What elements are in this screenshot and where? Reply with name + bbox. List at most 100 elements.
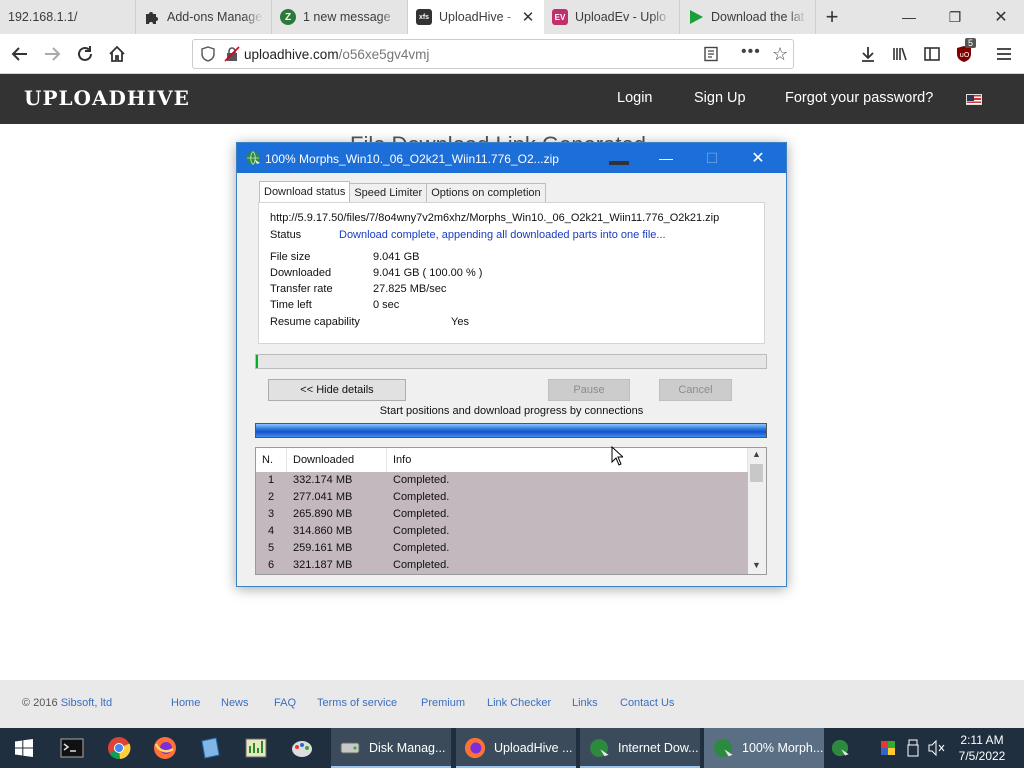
login-link[interactable]: Login bbox=[617, 90, 652, 106]
taskbar-idm-download-progress[interactable]: 100% Morph... bbox=[704, 728, 824, 768]
minimize-window-button[interactable]: — bbox=[886, 0, 932, 34]
taskbar-disk-management[interactable]: Disk Manag... bbox=[331, 728, 451, 768]
footer-link-premium[interactable]: Premium bbox=[421, 697, 465, 709]
url-bar[interactable]: uploadhive.com/o56xe5gv4vmj ••• ☆ bbox=[192, 39, 794, 69]
site-logo[interactable]: UPLOADHIVE bbox=[24, 86, 190, 110]
scrollbar-thumb[interactable] bbox=[750, 464, 763, 482]
close-tab-icon[interactable]: ✕ bbox=[520, 8, 536, 26]
site-header: UPLOADHIVE Login Sign Up Forgot your pas… bbox=[0, 74, 1024, 124]
more-actions-icon[interactable]: ••• bbox=[741, 43, 761, 61]
clock-date: 7/5/2022 bbox=[958, 749, 1006, 763]
company-link[interactable]: Sibsoft, ltd bbox=[61, 697, 112, 709]
usb-drive-icon[interactable] bbox=[906, 739, 920, 757]
clock[interactable]: 2:11 AM 7/5/2022 bbox=[952, 732, 1012, 764]
scroll-up-icon[interactable]: ▲ bbox=[752, 449, 761, 459]
zimbra-icon: Z bbox=[280, 9, 296, 25]
forward-button[interactable] bbox=[38, 40, 66, 68]
taskbar-item-label: UploadHive ... bbox=[494, 741, 573, 755]
table-row[interactable]: 4 314.860 MB Completed. bbox=[256, 523, 748, 540]
download-status-panel: http://5.9.17.50/files/7/8o4wny7v2m6xhz/… bbox=[258, 202, 765, 344]
footer-link-link-checker[interactable]: Link Checker bbox=[487, 697, 551, 709]
cell-n: 2 bbox=[268, 491, 275, 503]
start-button[interactable] bbox=[0, 728, 48, 768]
idm-tray-icon[interactable] bbox=[830, 738, 850, 758]
table-row[interactable]: 3 265.890 MB Completed. bbox=[256, 506, 748, 523]
dialog-minimize-button[interactable]: — bbox=[643, 143, 689, 173]
restore-window-button[interactable]: ❐ bbox=[932, 0, 978, 34]
reader-view-icon[interactable] bbox=[703, 46, 719, 62]
table-row[interactable]: 6 321.187 MB Completed. bbox=[256, 557, 748, 574]
tab-options-on-completion[interactable]: Options on completion bbox=[426, 183, 546, 202]
column-header-info[interactable]: Info bbox=[387, 448, 748, 472]
paint-icon[interactable] bbox=[290, 736, 314, 760]
taskbar-item-label: 100% Morph... bbox=[742, 741, 824, 755]
firefox-icon[interactable] bbox=[153, 736, 177, 760]
color-app-tray-icon[interactable] bbox=[880, 740, 896, 756]
new-tab-button[interactable]: + bbox=[816, 0, 848, 34]
home-icon bbox=[109, 45, 125, 62]
chrome-icon[interactable] bbox=[107, 736, 131, 760]
footer-link-faq[interactable]: FAQ bbox=[274, 697, 296, 709]
column-header-downloaded[interactable]: Downloaded bbox=[287, 448, 387, 472]
tab-uploadhive[interactable]: xfs UploadHive - ✕ bbox=[408, 0, 544, 34]
vertical-scrollbar[interactable]: ▲ ▼ bbox=[748, 448, 766, 574]
dialog-maximize-button[interactable]: ☐ bbox=[689, 143, 735, 173]
connections-table[interactable]: N. Downloaded Info 1 332.174 MB Completed.… bbox=[255, 447, 767, 575]
cell-info: Completed. bbox=[393, 474, 450, 486]
footer-link-contact[interactable]: Contact Us bbox=[620, 697, 674, 709]
connections-rows: 1 332.174 MB Completed. 2 277.041 MB Complete… bbox=[256, 472, 748, 574]
dialog-titlebar[interactable]: 100% Morphs_Win10._06_O2k21_Wiin11.776_O… bbox=[237, 143, 786, 173]
cancel-button[interactable]: Cancel bbox=[659, 379, 732, 401]
extension-badge: 5 bbox=[965, 38, 977, 48]
column-header-n[interactable]: N. bbox=[256, 448, 287, 472]
tab-speed-limiter[interactable]: Speed Limiter bbox=[349, 183, 428, 202]
tab-addons[interactable]: Add-ons Manager bbox=[136, 0, 272, 34]
taskbar-firefox-uploadhive[interactable]: UploadHive ... bbox=[456, 728, 576, 768]
taskbar-internet-download-manager[interactable]: Internet Dow... bbox=[580, 728, 700, 768]
table-row[interactable]: 5 259.161 MB Completed. bbox=[256, 540, 748, 557]
tab-title: Download the lat bbox=[711, 10, 805, 24]
menu-button[interactable] bbox=[990, 40, 1018, 68]
notepad-icon[interactable] bbox=[198, 736, 222, 760]
table-row[interactable]: 1 332.174 MB Completed. bbox=[256, 472, 748, 489]
us-flag-icon[interactable] bbox=[966, 94, 982, 105]
tab-router[interactable]: 192.168.1.1/ bbox=[0, 0, 136, 34]
pause-button[interactable]: Pause bbox=[548, 379, 630, 401]
cell-info: Completed. bbox=[393, 525, 450, 537]
tab-download-status[interactable]: Download status bbox=[259, 181, 351, 202]
hide-details-button[interactable]: << Hide details bbox=[268, 379, 406, 401]
dialog-close-button[interactable]: ✕ bbox=[735, 143, 781, 173]
close-window-button[interactable]: ✕ bbox=[978, 0, 1024, 34]
sidebar-button[interactable] bbox=[918, 40, 946, 68]
tab-download-latest[interactable]: Download the lat bbox=[680, 0, 816, 34]
home-button[interactable] bbox=[103, 40, 131, 68]
tab-messages[interactable]: Z 1 new message bbox=[272, 0, 408, 34]
cell-info: Completed. bbox=[393, 542, 450, 554]
shield-icon[interactable] bbox=[200, 46, 216, 62]
svg-text:uO: uO bbox=[960, 51, 970, 59]
volume-muted-icon[interactable] bbox=[927, 739, 945, 757]
tab-uploadev[interactable]: EV UploadEv - Uplo bbox=[544, 0, 680, 34]
reload-icon bbox=[78, 46, 92, 61]
back-button[interactable] bbox=[6, 40, 34, 68]
downloaded-label: Downloaded bbox=[270, 267, 332, 279]
footer-link-links[interactable]: Links bbox=[572, 697, 598, 709]
chart-app-icon[interactable] bbox=[244, 736, 268, 760]
download-progress-bar bbox=[255, 354, 767, 369]
table-row[interactable]: 2 277.041 MB Completed. bbox=[256, 489, 748, 506]
footer-link-home[interactable]: Home bbox=[171, 697, 200, 709]
library-button[interactable] bbox=[886, 40, 914, 68]
ublock-extension-button[interactable]: uO 5 bbox=[950, 38, 978, 68]
footer-link-terms[interactable]: Terms of service bbox=[317, 697, 397, 709]
signup-link[interactable]: Sign Up bbox=[694, 90, 746, 106]
cell-downloaded: 265.890 MB bbox=[293, 508, 353, 520]
lock-icon[interactable] bbox=[224, 46, 240, 62]
forgot-password-link[interactable]: Forgot your password? bbox=[785, 90, 933, 106]
terminal-icon[interactable] bbox=[60, 736, 84, 760]
downloads-button[interactable] bbox=[854, 40, 882, 68]
scroll-down-icon[interactable]: ▼ bbox=[752, 560, 761, 570]
reload-button[interactable] bbox=[71, 40, 99, 68]
footer-link-news[interactable]: News bbox=[221, 697, 249, 709]
back-arrow-icon bbox=[11, 47, 27, 61]
bookmark-star-icon[interactable]: ☆ bbox=[772, 44, 788, 65]
